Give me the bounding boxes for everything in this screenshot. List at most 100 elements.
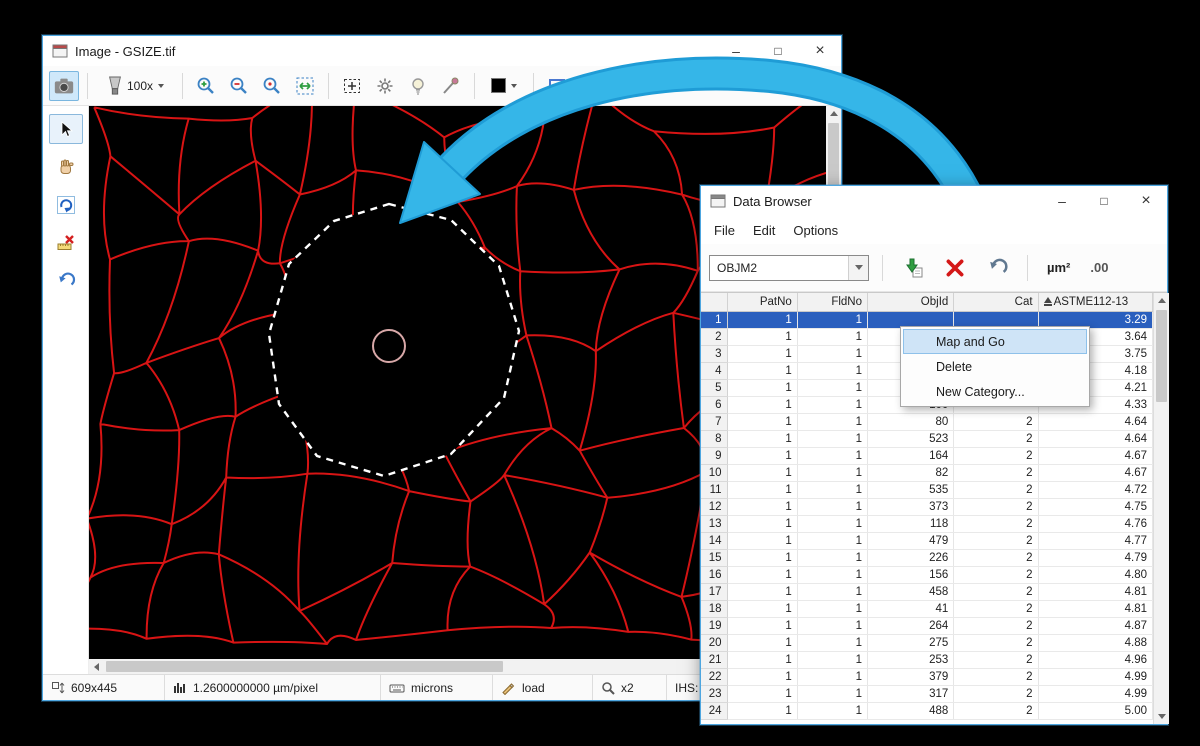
- data-cell[interactable]: 4.64: [1038, 430, 1152, 447]
- table-row[interactable]: 151122624.79: [701, 549, 1153, 566]
- table-row[interactable]: 18114124.81: [701, 600, 1153, 617]
- undo-tool-button[interactable]: [49, 266, 83, 296]
- close-button[interactable]: ×: [799, 36, 841, 66]
- color-swatch-button[interactable]: [483, 71, 525, 101]
- row-number-cell[interactable]: 11: [701, 481, 727, 498]
- corner-header[interactable]: [701, 293, 727, 311]
- data-cell[interactable]: 2: [954, 498, 1038, 515]
- zoom-tool-button[interactable]: [257, 71, 287, 101]
- data-cell[interactable]: 1: [727, 634, 797, 651]
- pan-tool-button[interactable]: [49, 152, 83, 182]
- table-row[interactable]: 121137324.75: [701, 498, 1153, 515]
- data-cell[interactable]: 488: [868, 702, 954, 719]
- data-cell[interactable]: 1: [797, 532, 867, 549]
- context-menu-item-map-and-go[interactable]: Map and Go: [903, 329, 1087, 354]
- toolbar-overflow-button[interactable]: [769, 71, 799, 101]
- row-number-cell[interactable]: 21: [701, 651, 727, 668]
- table-row[interactable]: 221137924.99: [701, 668, 1153, 685]
- data-cell[interactable]: 82: [868, 464, 954, 481]
- data-cell[interactable]: 1: [797, 668, 867, 685]
- data-cell[interactable]: 1: [727, 379, 797, 396]
- data-cell[interactable]: 535: [868, 481, 954, 498]
- data-cell[interactable]: 2: [954, 549, 1038, 566]
- data-cell[interactable]: 4.88: [1038, 634, 1152, 651]
- data-cell[interactable]: 1: [727, 447, 797, 464]
- objective-selector[interactable]: 100x: [96, 71, 174, 101]
- pointer-tool-button[interactable]: [49, 114, 83, 144]
- data-cell[interactable]: 373: [868, 498, 954, 515]
- data-cell[interactable]: 2: [954, 413, 1038, 430]
- data-cell[interactable]: 1: [797, 396, 867, 413]
- data-cell[interactable]: 1: [727, 651, 797, 668]
- data-cell[interactable]: 4.79: [1038, 549, 1152, 566]
- data-cell[interactable]: 4.87: [1038, 617, 1152, 634]
- row-number-cell[interactable]: 2: [701, 328, 727, 345]
- blue-frame-tool-button[interactable]: [542, 71, 572, 101]
- scroll-track[interactable]: [1154, 308, 1169, 709]
- maximize-button[interactable]: □: [1083, 186, 1125, 216]
- data-cell[interactable]: 1: [727, 566, 797, 583]
- table-row[interactable]: 201127524.88: [701, 634, 1153, 651]
- data-cell[interactable]: 80: [868, 413, 954, 430]
- scroll-down-button[interactable]: [1154, 709, 1169, 724]
- data-cell[interactable]: 1: [797, 481, 867, 498]
- col-header-objid[interactable]: ObjId: [868, 293, 954, 311]
- data-cell[interactable]: 458: [868, 583, 954, 600]
- data-cell[interactable]: 1: [797, 617, 867, 634]
- data-cell[interactable]: 1: [727, 345, 797, 362]
- close-button[interactable]: ×: [1125, 186, 1167, 216]
- table-row[interactable]: 171145824.81: [701, 583, 1153, 600]
- context-menu-item-delete[interactable]: Delete: [903, 354, 1087, 379]
- data-cell[interactable]: 523: [868, 430, 954, 447]
- pink-frame-tool-button[interactable]: [575, 71, 605, 101]
- data-cell[interactable]: 2: [954, 600, 1038, 617]
- data-cell[interactable]: 1: [727, 328, 797, 345]
- table-row[interactable]: 191126424.87: [701, 617, 1153, 634]
- data-cell[interactable]: 1: [797, 345, 867, 362]
- data-cell[interactable]: 4.99: [1038, 668, 1152, 685]
- data-cell[interactable]: 4.75: [1038, 498, 1152, 515]
- data-cell[interactable]: 1: [797, 362, 867, 379]
- row-number-cell[interactable]: 17: [701, 583, 727, 600]
- data-cell[interactable]: 1: [727, 311, 797, 328]
- row-number-cell[interactable]: 9: [701, 447, 727, 464]
- data-cell[interactable]: 1: [797, 430, 867, 447]
- data-cell[interactable]: 4.77: [1038, 532, 1152, 549]
- data-cell[interactable]: 1: [797, 651, 867, 668]
- data-cell[interactable]: 1: [797, 685, 867, 702]
- col-header-fldno[interactable]: FldNo: [797, 293, 867, 311]
- data-cell[interactable]: 1: [797, 311, 867, 328]
- data-cell[interactable]: 4.81: [1038, 583, 1152, 600]
- data-cell[interactable]: 2: [954, 447, 1038, 464]
- data-cell[interactable]: 4.80: [1038, 566, 1152, 583]
- data-cell[interactable]: 1: [727, 583, 797, 600]
- processing-settings-button[interactable]: [370, 71, 400, 101]
- data-cell[interactable]: 1: [797, 702, 867, 719]
- data-cell[interactable]: 1: [727, 549, 797, 566]
- data-cell[interactable]: 1: [797, 515, 867, 532]
- data-cell[interactable]: 379: [868, 668, 954, 685]
- scroll-up-button[interactable]: [1154, 293, 1169, 308]
- data-cell[interactable]: 4.67: [1038, 447, 1152, 464]
- data-cell[interactable]: 1: [727, 685, 797, 702]
- fit-to-window-button[interactable]: [290, 71, 320, 101]
- row-number-cell[interactable]: 24: [701, 702, 727, 719]
- data-cell[interactable]: 2: [954, 481, 1038, 498]
- data-cell[interactable]: 1: [727, 515, 797, 532]
- menu-options[interactable]: Options: [784, 219, 847, 242]
- data-cell[interactable]: 2: [954, 566, 1038, 583]
- table-row[interactable]: 7118024.64: [701, 413, 1153, 430]
- table-row[interactable]: 231131724.99: [701, 685, 1153, 702]
- row-number-cell[interactable]: 12: [701, 498, 727, 515]
- data-cell[interactable]: 317: [868, 685, 954, 702]
- table-row[interactable]: 81152324.64: [701, 430, 1153, 447]
- rotate-view-button[interactable]: [49, 190, 83, 220]
- data-cell[interactable]: 1: [727, 362, 797, 379]
- delete-measurements-button[interactable]: [49, 228, 83, 258]
- data-cell[interactable]: 1: [727, 532, 797, 549]
- context-menu-item-new-category[interactable]: New Category...: [903, 379, 1087, 404]
- data-cell[interactable]: 1: [727, 668, 797, 685]
- select-region-button[interactable]: [337, 71, 367, 101]
- data-cell[interactable]: 2: [954, 464, 1038, 481]
- data-cell[interactable]: 1: [797, 583, 867, 600]
